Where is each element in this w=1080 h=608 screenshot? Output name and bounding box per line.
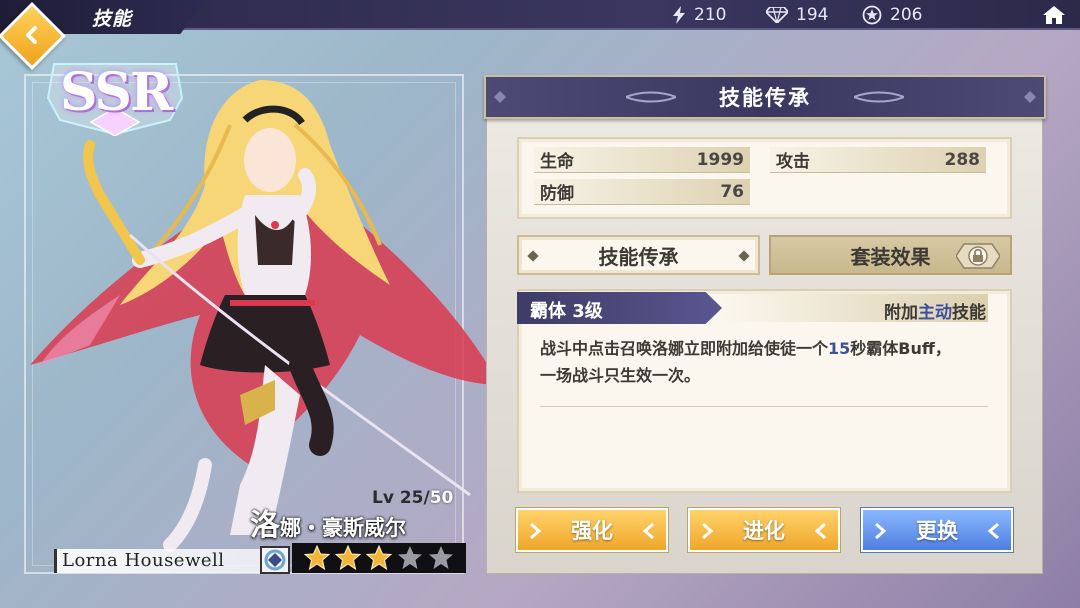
stat-def-label: 防御	[540, 184, 574, 204]
element-icon	[260, 546, 290, 574]
stat-def: 防御 76	[534, 179, 750, 205]
rarity-label: SSR	[60, 62, 173, 123]
stat-hp-value: 1999	[696, 149, 744, 170]
evolve-label: 进化	[743, 518, 785, 543]
star-filled-icon	[366, 545, 392, 571]
back-arrow-icon[interactable]	[22, 25, 42, 45]
home-icon[interactable]	[1042, 5, 1066, 25]
stat-atk-value: 288	[944, 149, 981, 170]
skill-name: 霸体 3级	[530, 301, 603, 322]
star-empty-icon	[429, 546, 453, 569]
star-filled-icon	[304, 545, 330, 571]
stat-hp-label: 生命	[540, 152, 574, 172]
resource-coin: 206	[862, 5, 922, 25]
star-filled-icon	[335, 545, 361, 571]
star-empty-icon	[398, 546, 422, 569]
evolve-button[interactable]: 进化	[687, 507, 841, 553]
chevron-right-icon	[875, 522, 887, 540]
tab-set-effect-label: 套装效果	[850, 244, 931, 269]
coin-value: 206	[890, 5, 923, 25]
lightning-icon	[673, 6, 685, 24]
skill-desc-line1: 战斗中点击召唤洛娜立即附加给使徒一个15秒霸体Buff，	[540, 335, 980, 362]
strengthen-label: 强化	[571, 518, 613, 543]
star-rating	[292, 543, 466, 573]
star-coin-icon	[862, 5, 882, 25]
name-cn-first: 洛	[250, 508, 280, 543]
stat-atk: 攻击 288	[770, 147, 986, 173]
level-max: 50	[429, 488, 454, 508]
chevron-left-icon	[814, 522, 826, 540]
tab-skill-inherit-label: 技能传承	[598, 244, 679, 269]
tab-dot-icon	[527, 250, 539, 262]
stat-hp: 生命 1999	[534, 147, 750, 173]
tag-suffix: 技能	[952, 303, 986, 323]
chevron-left-icon	[642, 522, 654, 540]
skill-type-tag: 附加主动技能	[884, 298, 986, 323]
energy-value: 210	[694, 5, 727, 25]
desc-num: 15	[828, 339, 851, 358]
desc-part2: 秒霸体Buff，	[850, 339, 951, 358]
lock-icon	[956, 243, 1000, 269]
chevron-left-icon	[987, 522, 999, 540]
tag-highlight: 主动	[918, 303, 952, 323]
page-title: 技能	[92, 8, 133, 30]
chevron-right-icon	[530, 522, 542, 540]
name-cn-rest: 娜・豪斯威尔	[280, 515, 406, 540]
character-name-en: Lorna Housewell	[62, 550, 225, 571]
diamond-value: 194	[796, 5, 829, 25]
skill-desc-line2: 一场战斗只生效一次。	[540, 366, 701, 385]
desc-part1: 战斗中点击召唤洛娜立即附加给使徒一个	[540, 339, 829, 358]
replace-label: 更换	[916, 518, 958, 543]
resource-diamond: 194	[766, 5, 828, 25]
replace-button[interactable]: 更换	[860, 507, 1014, 553]
stat-def-value: 76	[720, 181, 744, 202]
panel-title: 技能传承	[719, 86, 811, 110]
character-name-cn: 洛娜・豪斯威尔	[250, 500, 406, 544]
strengthen-button[interactable]: 强化	[515, 507, 669, 553]
stat-atk-label: 攻击	[776, 152, 810, 172]
tab-dot-icon	[738, 250, 750, 262]
resource-energy: 210	[672, 5, 726, 25]
tab-skill-inherit[interactable]: 技能传承	[517, 235, 760, 275]
skill-divider	[540, 406, 988, 407]
chevron-right-icon	[702, 522, 714, 540]
diamond-icon	[766, 7, 788, 23]
tag-prefix: 附加	[884, 303, 918, 323]
tab-set-effect[interactable]: 套装效果	[769, 235, 1012, 275]
skill-description: 战斗中点击召唤洛娜立即附加给使徒一个15秒霸体Buff， 一场战斗只生效一次。	[540, 335, 980, 389]
